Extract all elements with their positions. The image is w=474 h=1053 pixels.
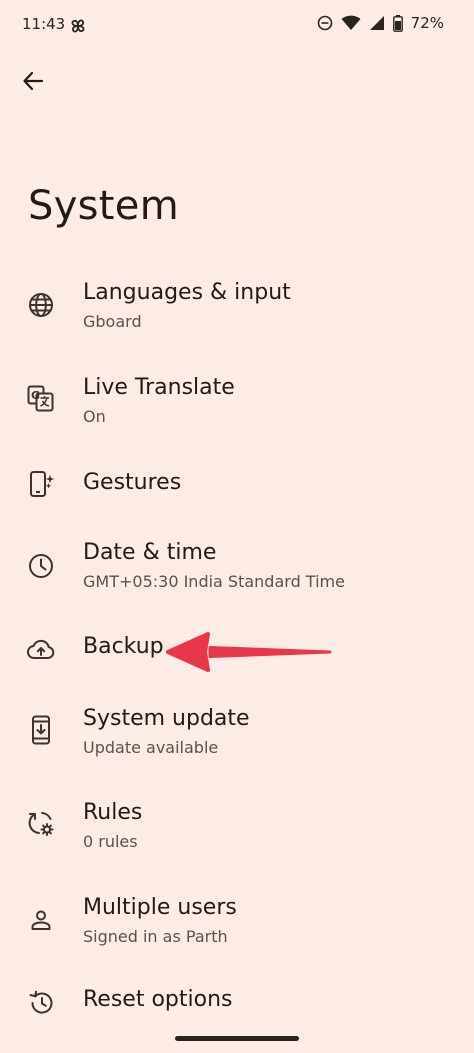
item-label: System update [83,706,250,731]
item-label: Languages & input [83,280,291,305]
status-time: 11:43 [22,15,66,33]
settings-item-rules[interactable]: Rules 0 rules [0,798,474,888]
settings-item-gestures[interactable]: Gestures [0,450,474,518]
rules-icon [27,810,55,838]
status-icons: 72% [317,14,444,32]
page-title: System [28,183,179,229]
settings-item-multiple-users[interactable]: Multiple users Signed in as Parth [0,893,474,983]
back-arrow-icon [22,70,44,96]
system-update-icon [27,715,55,745]
battery-icon [392,14,403,32]
settings-item-date-time[interactable]: Date & time GMT+05:30 India Standard Tim… [0,522,474,612]
item-label: Reset options [83,987,233,1012]
item-subtitle: Gboard [83,312,142,331]
item-label: Date & time [83,540,217,565]
do-not-disturb-icon [317,15,333,31]
gesture-navigation-bar[interactable] [175,1036,299,1041]
item-subtitle: Update available [83,738,219,757]
clock-icon [27,552,55,580]
cloud-upload-icon [27,635,55,663]
pinwheel-icon [68,16,88,36]
item-subtitle: GMT+05:30 India Standard Time [83,572,345,591]
settings-item-live-translate[interactable]: G Live Translate On [0,355,474,445]
settings-item-system-update[interactable]: System update Update available [0,704,474,794]
annotation-arrow [160,630,340,676]
history-icon [27,989,55,1017]
item-subtitle: 0 rules [83,832,138,851]
item-label: Backup [83,634,164,659]
wifi-icon [341,15,361,31]
back-button[interactable] [16,66,50,100]
translate-icon: G [27,385,55,413]
item-label: Multiple users [83,895,237,920]
battery-percent: 72% [410,14,444,32]
phone-sparkle-icon [27,470,55,498]
item-subtitle: Signed in as Parth [83,927,228,946]
item-label: Live Translate [83,375,235,400]
signal-icon [369,15,385,31]
globe-icon [27,291,55,319]
item-label: Gestures [83,470,182,495]
item-subtitle: On [83,407,106,426]
person-icon [27,906,55,934]
status-bar: 11:43 72% [0,0,474,52]
svg-text:G: G [31,389,40,402]
item-label: Rules [83,800,143,825]
settings-item-languages[interactable]: Languages & input Gboard [0,260,474,350]
